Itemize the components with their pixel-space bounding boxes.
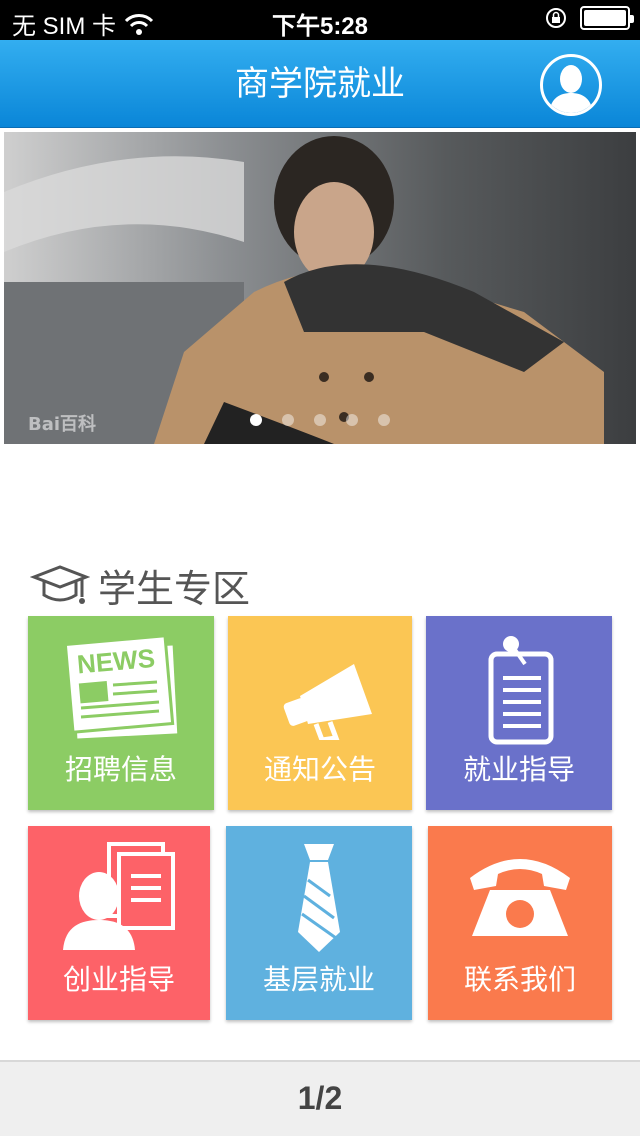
page-dot[interactable] bbox=[346, 414, 358, 426]
banner-carousel[interactable]: Bai百科 bbox=[4, 132, 636, 444]
banner-page-indicator[interactable] bbox=[4, 414, 636, 426]
clipboard-icon bbox=[488, 636, 554, 745]
graduation-cap-icon bbox=[30, 565, 90, 604]
nav-bar: 商学院就业 bbox=[0, 40, 640, 128]
user-profile-button[interactable] bbox=[540, 54, 602, 116]
tile-label: 就业指导 bbox=[462, 753, 575, 786]
tile-label: 基层就业 bbox=[262, 963, 375, 996]
person-document-icon bbox=[63, 842, 175, 950]
banner-photo bbox=[4, 136, 604, 444]
tile-notices[interactable]: 通知公告 bbox=[228, 616, 412, 810]
page-indicator[interactable]: 1/2 bbox=[0, 1060, 640, 1136]
tile-recruitment-info[interactable]: NEWS 招聘信息 bbox=[28, 616, 214, 810]
battery-icon bbox=[580, 6, 634, 30]
page-indicator-label: 1/2 bbox=[297, 1080, 343, 1116]
news-icon: NEWS bbox=[63, 634, 178, 739]
section-header: 学生专区 bbox=[30, 560, 251, 611]
page-dot[interactable] bbox=[282, 414, 294, 426]
rotation-lock-icon bbox=[546, 8, 566, 28]
tile-entrepreneurship-guidance[interactable]: 创业指导 bbox=[28, 826, 210, 1020]
page-dot[interactable] bbox=[250, 414, 262, 426]
tile-label: 联系我们 bbox=[463, 963, 576, 996]
status-bar: 无 SIM 卡 下午5:28 bbox=[0, 0, 640, 40]
tile-label: 通知公告 bbox=[263, 753, 376, 786]
megaphone-icon bbox=[283, 664, 372, 740]
tile-label: 招聘信息 bbox=[64, 753, 177, 786]
user-avatar-icon bbox=[549, 65, 593, 113]
section-title: 学生专区 bbox=[98, 566, 251, 611]
status-right bbox=[544, 6, 634, 30]
page-dot[interactable] bbox=[314, 414, 326, 426]
tie-icon bbox=[298, 844, 340, 952]
telephone-icon bbox=[470, 859, 570, 936]
tile-contact-us[interactable]: 联系我们 bbox=[428, 826, 612, 1020]
page-dot[interactable] bbox=[378, 414, 390, 426]
tile-grassroots-employment[interactable]: 基层就业 bbox=[226, 826, 412, 1020]
tile-career-guidance[interactable]: 就业指导 bbox=[426, 616, 612, 810]
tile-label: 创业指导 bbox=[62, 963, 175, 996]
